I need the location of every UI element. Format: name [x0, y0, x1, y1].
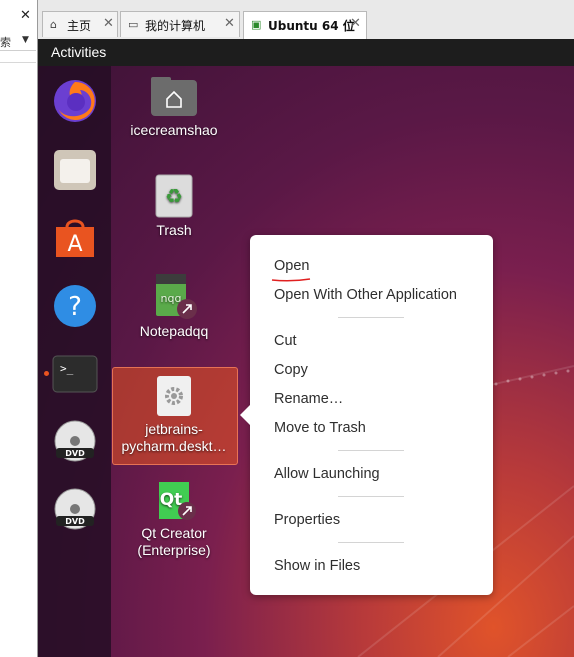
help-icon[interactable]: ?: [52, 283, 98, 329]
svg-text:♻: ♻: [165, 184, 183, 208]
label-line: (Enterprise): [137, 542, 211, 558]
close-icon[interactable]: ✕: [350, 16, 361, 31]
tab-label: 我的计算机: [145, 19, 206, 33]
library-search-field[interactable]: 索 ▼: [0, 32, 36, 51]
menu-item-open[interactable]: Open: [274, 258, 309, 274]
tab-my-computer[interactable]: ▭ 我的计算机 ✕: [120, 11, 240, 37]
tab-ubuntu[interactable]: ▣ Ubuntu 64 位 ✕: [243, 11, 367, 39]
trash-icon: ♻: [155, 174, 193, 218]
menu-item-copy[interactable]: Copy: [274, 362, 308, 378]
notepadqq-icon: nqq: [156, 274, 197, 319]
desktop-icon-qtcreator[interactable]: Qt Qt Creator (Enterprise): [113, 481, 235, 559]
svg-text:A: A: [67, 232, 82, 257]
tab-label: Ubuntu 64 位: [268, 19, 355, 33]
desktop-icon-home[interactable]: icecreamshao: [113, 76, 235, 139]
desktop-icon-notepadqq[interactable]: nqq Notepadqq: [113, 273, 235, 340]
software-icon[interactable]: A: [52, 215, 98, 261]
label-line: pycharm.deskt…: [121, 438, 227, 454]
desktop-icon-label: Trash: [156, 222, 192, 238]
home-icon: ⌂: [50, 18, 57, 31]
menu-separator: [338, 496, 404, 497]
divider: [0, 62, 36, 63]
close-icon[interactable]: ✕: [103, 16, 114, 31]
gear-icon: [157, 376, 191, 416]
computer-icon: ▭: [128, 18, 139, 31]
menu-item-cut[interactable]: Cut: [274, 333, 297, 349]
red-underline-annotation: [271, 278, 311, 282]
activities-button[interactable]: Activities: [51, 44, 106, 60]
menu-item-allow-launching[interactable]: Allow Launching: [274, 466, 380, 482]
tab-label: 主页: [67, 19, 92, 33]
library-search-text: 索: [0, 36, 11, 49]
tab-home[interactable]: ⌂ 主页 ✕: [42, 11, 118, 37]
library-panel: ✕ 索 ▼: [0, 0, 38, 657]
qt-creator-icon: Qt: [159, 482, 196, 520]
svg-text:?: ?: [68, 292, 82, 322]
menu-pointer: [240, 405, 250, 425]
firefox-icon[interactable]: [52, 78, 98, 124]
desktop-icon-trash[interactable]: ♻ Trash: [113, 174, 235, 239]
desktop-icon-label: Qt Creator (Enterprise): [113, 525, 235, 559]
dock: A ? >_ DVD DVD: [38, 66, 111, 657]
svg-text:DVD: DVD: [65, 449, 85, 458]
menu-separator: [338, 450, 404, 451]
label-line: Qt Creator: [141, 525, 207, 541]
home-folder-icon: [151, 77, 197, 116]
menu-item-rename[interactable]: Rename…: [274, 391, 343, 407]
menu-item-show-in-files[interactable]: Show in Files: [274, 558, 360, 574]
menu-item-open-with[interactable]: Open With Other Application: [274, 287, 457, 303]
close-icon[interactable]: ✕: [224, 16, 235, 31]
menu-separator: [338, 317, 404, 318]
menu-item-move-to-trash[interactable]: Move to Trash: [274, 420, 366, 436]
menu-item-properties[interactable]: Properties: [274, 512, 340, 528]
svg-text:nqq: nqq: [161, 292, 182, 305]
vm-icon: ▣: [251, 18, 262, 31]
desktop-icon-label: jetbrains- pycharm.deskt…: [113, 421, 235, 455]
context-menu: Open Open With Other Application Cut Cop…: [240, 235, 493, 595]
svg-text:>_: >_: [60, 362, 74, 375]
svg-text:DVD: DVD: [65, 517, 85, 526]
desktop-icon-label: icecreamshao: [130, 122, 218, 138]
dvd-icon[interactable]: DVD: [52, 487, 98, 533]
dvd-icon[interactable]: DVD: [52, 419, 98, 465]
svg-text:Qt: Qt: [160, 490, 183, 510]
menu-separator: [338, 542, 404, 543]
terminal-icon[interactable]: >_: [52, 352, 98, 398]
running-indicator: [44, 371, 49, 376]
desktop-icon-pycharm[interactable]: jetbrains- pycharm.deskt…: [113, 375, 235, 455]
tab-bar: ⌂ 主页 ✕ ▭ 我的计算机 ✕ ▣ Ubuntu 64 位 ✕: [38, 0, 574, 39]
ubuntu-top-bar: Activities: [38, 39, 574, 66]
chevron-down-icon[interactable]: ▼: [22, 35, 29, 45]
library-close-button[interactable]: ✕: [20, 8, 31, 23]
files-icon[interactable]: [52, 147, 98, 193]
desktop-icon-label: Notepadqq: [139, 323, 209, 339]
label-line: jetbrains-: [145, 421, 203, 437]
